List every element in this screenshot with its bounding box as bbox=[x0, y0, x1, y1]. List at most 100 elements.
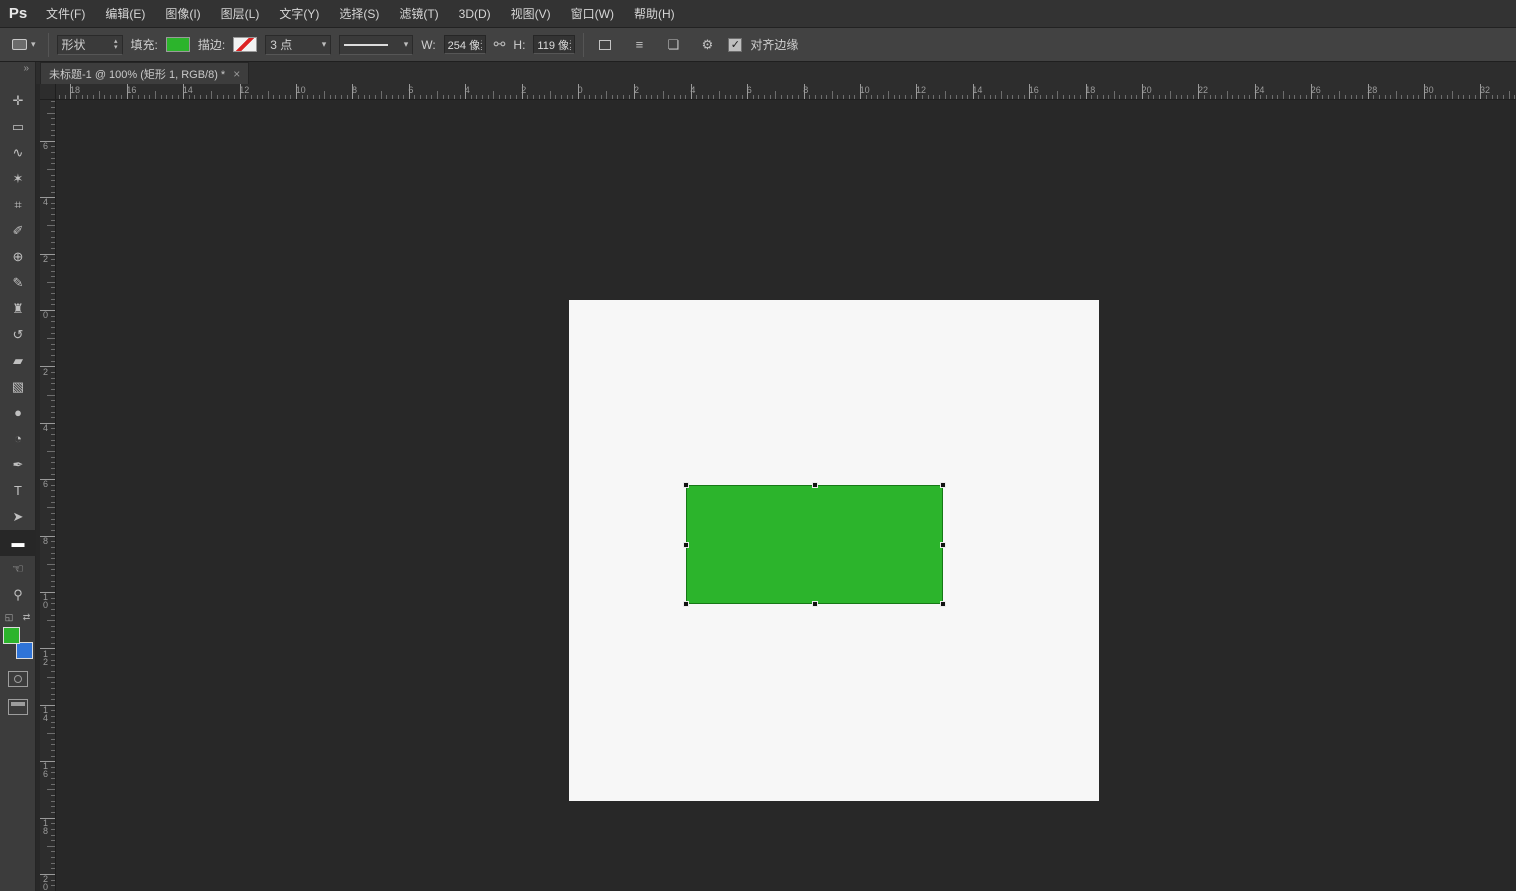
ruler-tick bbox=[1441, 95, 1442, 99]
shape-rect[interactable] bbox=[686, 485, 943, 604]
ruler-tick bbox=[375, 95, 376, 99]
gear-button[interactable]: ⚙ bbox=[694, 33, 720, 57]
gradient-tool[interactable]: ▧ bbox=[0, 374, 36, 400]
ruler-tick bbox=[51, 118, 55, 119]
swap-colors-icon[interactable]: ⇄ bbox=[23, 612, 31, 623]
ruler-tick bbox=[527, 95, 528, 99]
menu-item[interactable]: 文字(Y) bbox=[269, 0, 329, 27]
rect-marquee-tool[interactable]: ▭ bbox=[0, 114, 36, 140]
menu-item[interactable]: 帮助(H) bbox=[624, 0, 685, 27]
ruler-tick bbox=[1283, 91, 1284, 99]
path-arrange-button[interactable]: ❏ bbox=[660, 33, 686, 57]
menu-item[interactable]: 编辑(E) bbox=[95, 0, 155, 27]
menu-item[interactable]: 滤镜(T) bbox=[389, 0, 448, 27]
document-tab-title: 未标题-1 @ 100% (矩形 1, RGB/8) * bbox=[49, 66, 225, 82]
height-input[interactable] bbox=[533, 35, 575, 54]
menu-item[interactable]: 图层(L) bbox=[211, 0, 270, 27]
ruler-tick bbox=[1080, 95, 1081, 99]
tab-close-icon[interactable]: × bbox=[233, 67, 240, 81]
ruler-tick bbox=[1294, 95, 1295, 99]
ruler-tick bbox=[51, 316, 55, 317]
crop-tool[interactable]: ⌗ bbox=[0, 192, 36, 218]
ruler-tick bbox=[1024, 95, 1025, 99]
ruler-label: 2 bbox=[43, 368, 48, 376]
chevron-down-icon: ▾ bbox=[31, 39, 36, 50]
menu-item[interactable]: 视图(V) bbox=[501, 0, 561, 27]
hand-tool[interactable]: ☜ bbox=[0, 556, 36, 582]
screen-mode-button[interactable] bbox=[8, 699, 28, 715]
menu-item[interactable]: 选择(S) bbox=[329, 0, 389, 27]
ruler-tick bbox=[51, 287, 55, 288]
fill-swatch[interactable] bbox=[166, 37, 190, 52]
ruler-tick bbox=[51, 299, 55, 300]
ruler-tick bbox=[51, 417, 55, 418]
ruler-label: 2 bbox=[634, 85, 639, 95]
ruler-tick bbox=[51, 485, 55, 486]
rectangle-tool[interactable]: ▬ bbox=[0, 530, 36, 556]
ruler-tick bbox=[51, 248, 55, 249]
move-tool[interactable]: ✛ bbox=[0, 88, 36, 114]
ruler-horizontal[interactable]: 1816141210864202468101214161820222426283… bbox=[56, 84, 1516, 100]
background-color-swatch[interactable] bbox=[16, 642, 33, 659]
spinner-icon: ▴ ▾ bbox=[114, 39, 118, 51]
align-edges-checkbox[interactable]: ✓ bbox=[728, 38, 742, 52]
ruler-tick bbox=[290, 95, 291, 99]
tool-mode-select[interactable]: 形状 ▴ ▾ bbox=[57, 35, 123, 55]
ruler-tick bbox=[211, 91, 212, 99]
ruler-label: 4 bbox=[43, 424, 48, 432]
ruler-tick bbox=[1108, 95, 1109, 99]
foreground-color-swatch[interactable] bbox=[3, 627, 20, 644]
ruler-tick bbox=[358, 95, 359, 99]
tool-preset-picker[interactable]: ▾ bbox=[8, 37, 40, 52]
ruler-tick bbox=[899, 95, 900, 99]
clone-stamp-tool[interactable]: ♜ bbox=[0, 296, 36, 322]
width-input[interactable] bbox=[444, 35, 486, 54]
ruler-tick bbox=[51, 237, 55, 238]
stroke-style-select[interactable]: ▾ bbox=[339, 35, 413, 55]
quick-mask-button[interactable] bbox=[8, 671, 28, 687]
stroke-swatch[interactable] bbox=[233, 37, 257, 52]
ruler-tick bbox=[76, 95, 77, 99]
dodge-tool[interactable]: ◔ bbox=[0, 426, 36, 452]
blur-tool[interactable]: ● bbox=[0, 400, 36, 426]
ruler-tick bbox=[1492, 95, 1493, 99]
ruler-tick bbox=[51, 406, 55, 407]
menu-item[interactable]: 文件(F) bbox=[36, 0, 95, 27]
menu-item[interactable]: 3D(D) bbox=[449, 0, 501, 27]
brush-tool[interactable]: ✎ bbox=[0, 270, 36, 296]
ruler-label: 8 bbox=[43, 537, 48, 545]
menu-item[interactable]: 图像(I) bbox=[155, 0, 210, 27]
quick-selection-tool[interactable]: ✶ bbox=[0, 166, 36, 192]
path-operations-button[interactable] bbox=[592, 33, 618, 57]
history-brush-tool[interactable]: ↺ bbox=[0, 322, 36, 348]
ruler-tick bbox=[753, 95, 754, 99]
zoom-tool[interactable]: ⚲ bbox=[0, 582, 36, 608]
pen-tool[interactable]: ✒ bbox=[0, 452, 36, 478]
path-alignment-button[interactable]: ≡ bbox=[626, 33, 652, 57]
ruler-tick bbox=[51, 327, 55, 328]
ruler-tick bbox=[1475, 95, 1476, 99]
eyedropper-tool[interactable]: ✐ bbox=[0, 218, 36, 244]
ruler-label: 14 bbox=[972, 85, 982, 95]
stroke-width-input[interactable]: 3 点 ▾ bbox=[265, 35, 331, 55]
document-tab[interactable]: 未标题-1 @ 100% (矩形 1, RGB/8) * × bbox=[40, 62, 249, 84]
lasso-tool[interactable]: ∿ bbox=[0, 140, 36, 166]
ruler-label: 0 bbox=[578, 85, 583, 95]
menu-item[interactable]: 窗口(W) bbox=[561, 0, 624, 27]
ruler-tick bbox=[51, 276, 55, 277]
ruler-tick bbox=[51, 609, 55, 610]
path-selection-tool[interactable]: ➤ bbox=[0, 504, 36, 530]
ruler-corner[interactable] bbox=[40, 84, 56, 100]
toolbar-expand-icon[interactable]: » bbox=[0, 62, 35, 78]
default-colors-icon[interactable]: ◱ bbox=[5, 612, 14, 623]
ruler-tick bbox=[945, 91, 946, 99]
eraser-tool[interactable]: ▰ bbox=[0, 348, 36, 374]
ruler-tick bbox=[51, 699, 55, 700]
healing-brush-tool[interactable]: ⊕ bbox=[0, 244, 36, 270]
type-tool[interactable]: T bbox=[0, 478, 36, 504]
ruler-vertical[interactable]: 642024681 01 21 41 61 82 0 bbox=[40, 100, 56, 891]
ruler-tick bbox=[1018, 95, 1019, 99]
ruler-label: 26 bbox=[1311, 85, 1321, 95]
link-dimensions-icon[interactable]: ⚯ bbox=[494, 36, 506, 53]
rectangle-tool-icon bbox=[12, 39, 27, 50]
